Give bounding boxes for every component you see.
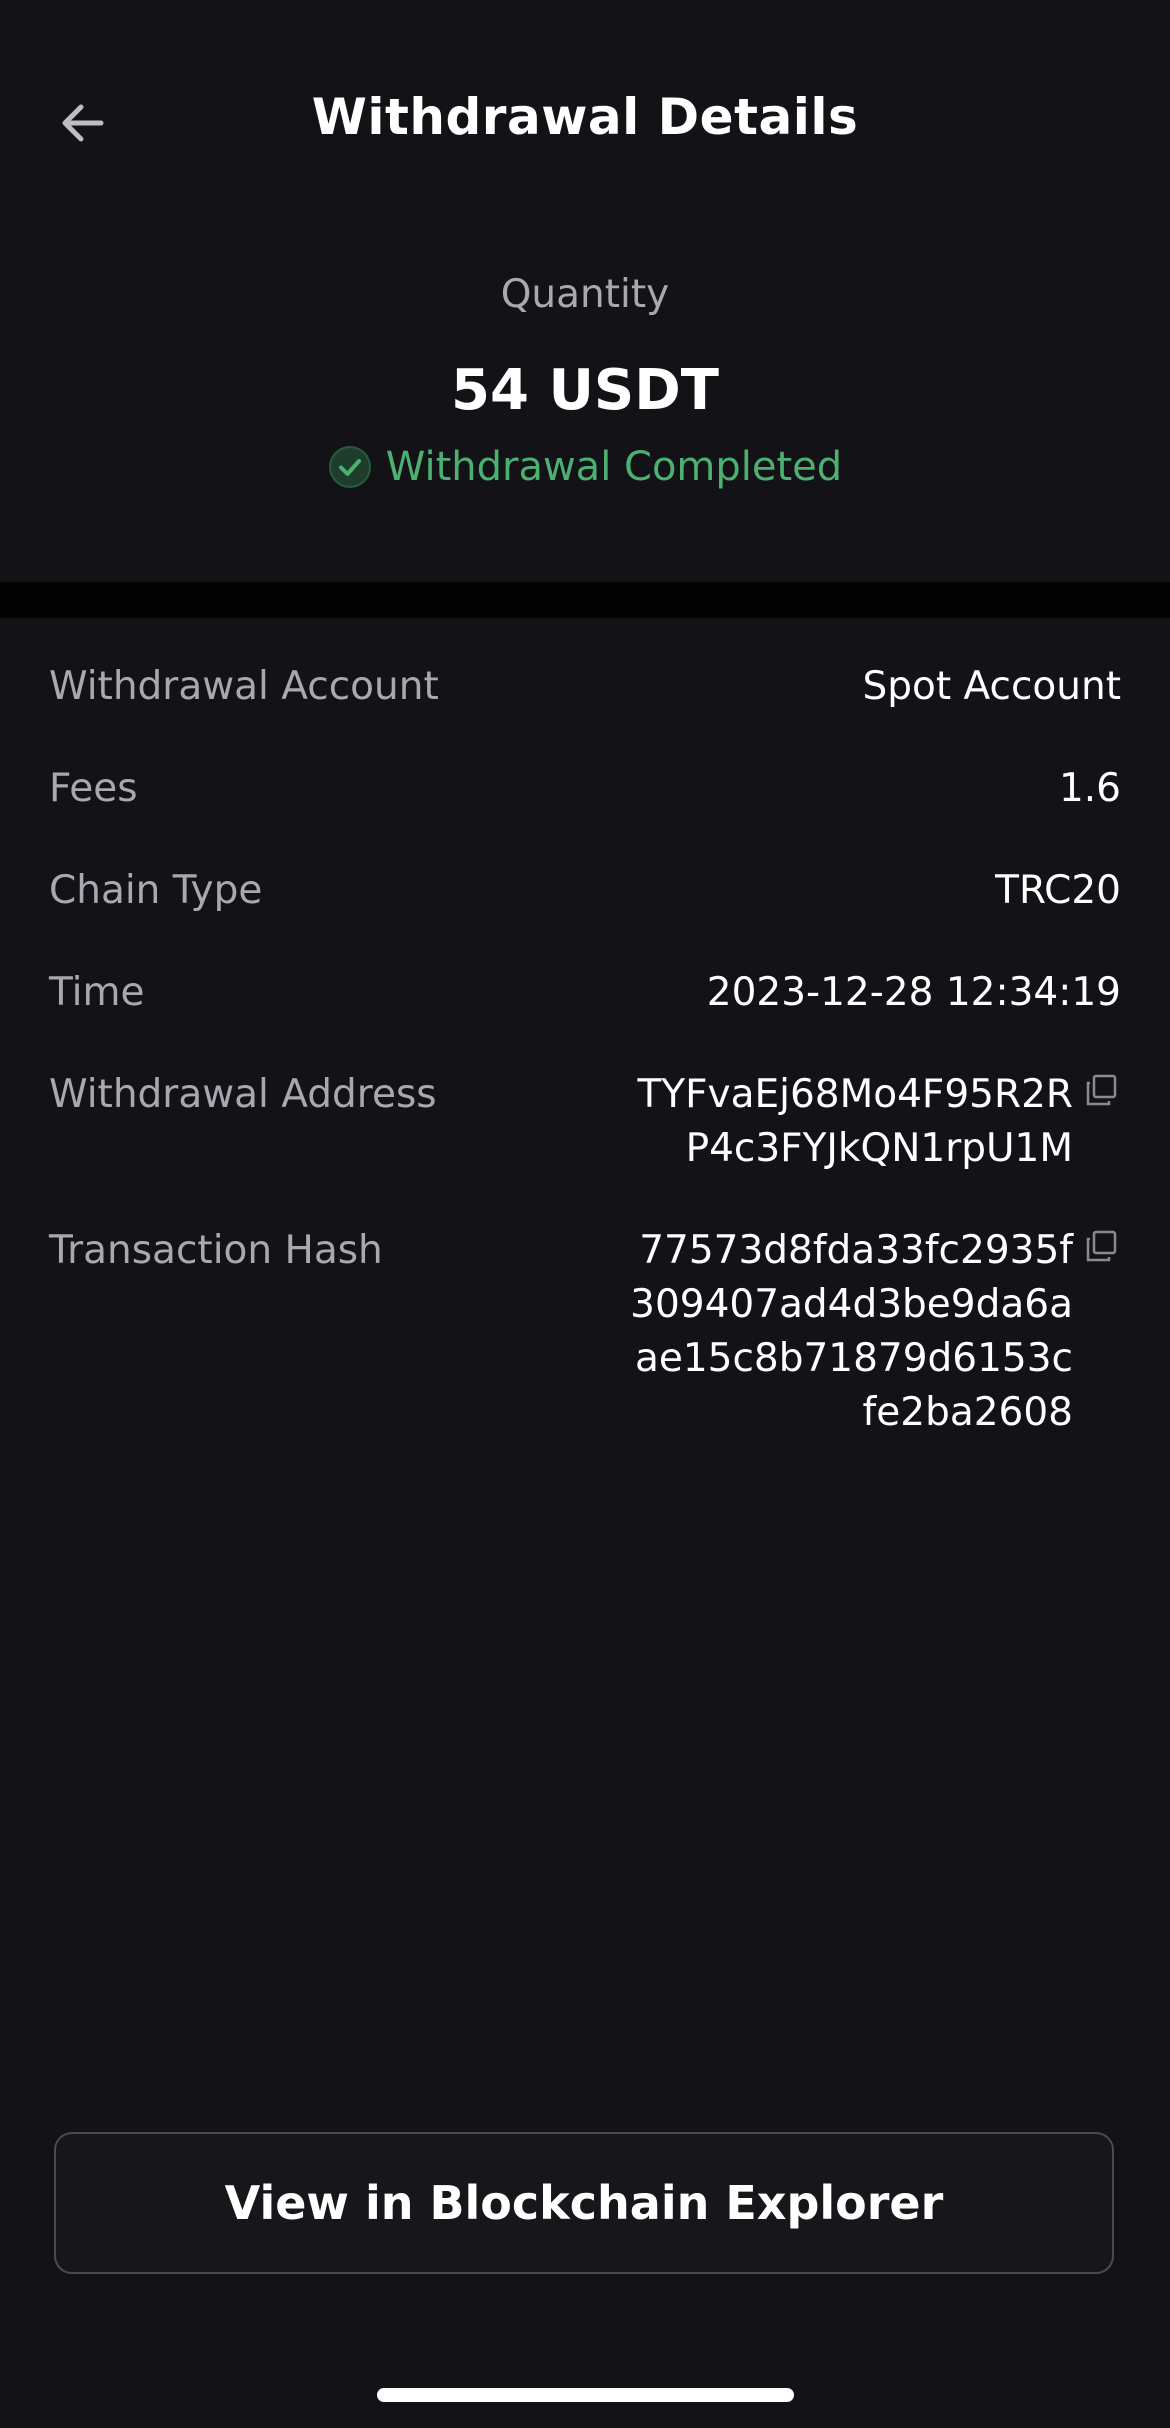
status-text: Withdrawal Completed (385, 444, 843, 490)
detail-row-address: Withdrawal Address TYFvaEj68Mo4F95R2R P4… (49, 1068, 1121, 1176)
check-circle-icon (328, 445, 372, 489)
withdrawal-account-value: Spot Account (862, 664, 1121, 709)
transaction-hash-value: 77573d8fda33fc2935f 309407ad4d3be9da6a a… (630, 1224, 1121, 1440)
quantity-label: Quantity (500, 272, 670, 317)
section-divider (0, 582, 1170, 618)
status-badge: Withdrawal Completed (328, 444, 842, 490)
detail-row-hash: Transaction Hash 77573d8fda33fc2935f 309… (49, 1224, 1121, 1440)
hash-line: 77573d8fda33fc2935f (639, 1228, 1073, 1273)
withdrawal-summary: Quantity 54 USDT Withdrawal Completed (0, 270, 1170, 493)
withdrawal-account-label: Withdrawal Account (49, 664, 439, 709)
header: Withdrawal Details (0, 0, 1170, 240)
withdrawal-address-label: Withdrawal Address (49, 1072, 437, 1117)
hash-line: 309407ad4d3be9da6a (630, 1282, 1073, 1327)
transaction-hash-text: 77573d8fda33fc2935f 309407ad4d3be9da6a a… (630, 1224, 1073, 1440)
time-value: 2023-12-28 12:34:19 (706, 970, 1121, 1015)
transaction-hash-label: Transaction Hash (49, 1228, 383, 1273)
page-title: Withdrawal Details (311, 88, 859, 146)
withdrawal-address-value: TYFvaEj68Mo4F95R2R P4c3FYJkQN1rpU1M (637, 1068, 1121, 1176)
fees-label: Fees (49, 766, 138, 811)
withdrawal-address-text: TYFvaEj68Mo4F95R2R P4c3FYJkQN1rpU1M (637, 1068, 1073, 1176)
copy-icon[interactable] (1081, 1226, 1121, 1266)
chain-type-value: TRC20 (995, 868, 1121, 913)
home-indicator[interactable] (377, 2388, 794, 2402)
address-line: P4c3FYJkQN1rpU1M (685, 1126, 1073, 1171)
quantity-value: 54 USDT (451, 358, 719, 423)
view-in-explorer-button[interactable]: View in Blockchain Explorer (54, 2132, 1114, 2274)
detail-row-chain: Chain Type TRC20 (49, 864, 1121, 918)
hash-line: ae15c8b71879d6153c (634, 1336, 1073, 1381)
time-label: Time (49, 970, 145, 1015)
detail-row-account: Withdrawal Account Spot Account (49, 660, 1121, 714)
detail-row-fees: Fees 1.6 (49, 762, 1121, 816)
detail-row-time: Time 2023-12-28 12:34:19 (49, 966, 1121, 1020)
fees-value: 1.6 (1058, 766, 1121, 811)
chain-type-label: Chain Type (49, 868, 263, 913)
hash-line: fe2ba2608 (862, 1390, 1073, 1435)
copy-icon[interactable] (1081, 1070, 1121, 1110)
address-line: TYFvaEj68Mo4F95R2R (637, 1072, 1073, 1117)
